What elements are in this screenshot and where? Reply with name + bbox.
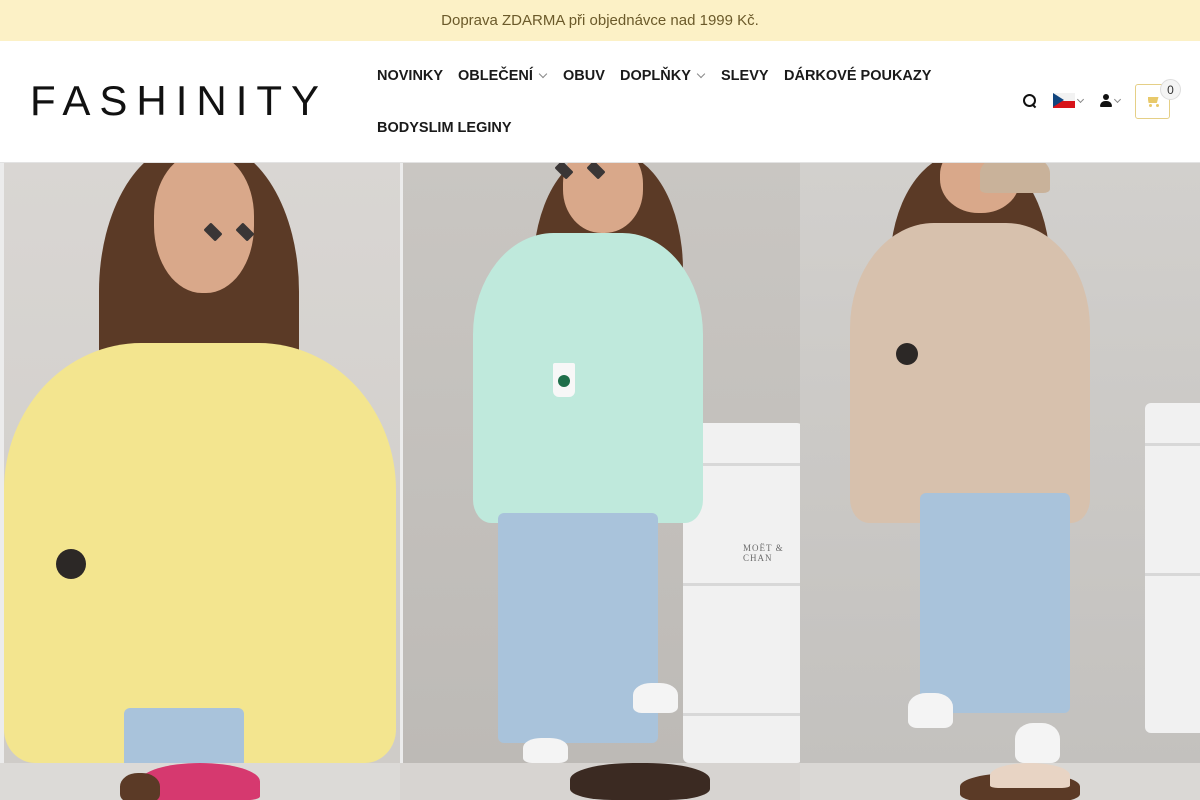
product-tile-beige-sweatshirt[interactable] <box>800 163 1200 763</box>
chevron-down-icon <box>1113 95 1122 103</box>
brand-button-icon <box>56 549 86 579</box>
site-header: FASHINITY NOVINKY OBLEČENÍ OBUV DOPLŇKY … <box>0 41 1200 163</box>
nav-item-obuv[interactable]: OBUV <box>563 68 605 84</box>
search-button[interactable] <box>1023 94 1037 108</box>
brand-button-icon <box>896 343 918 365</box>
announcement-bar: Doprava ZDARMA při objednávce nad 1999 K… <box>0 0 1200 41</box>
shopping-cart-icon <box>1146 96 1160 107</box>
nav-item-darkove-poukazy[interactable]: DÁRKOVÉ POUKAZY <box>784 68 931 84</box>
announcement-text: Doprava ZDARMA při objednávce nad 1999 K… <box>441 12 759 29</box>
product-tile-yellow-sweatshirt[interactable] <box>4 163 400 763</box>
product-tile-pink-cap[interactable] <box>0 763 400 800</box>
site-logo[interactable]: FASHINITY <box>30 80 340 122</box>
header-tools: 0 <box>1015 41 1185 163</box>
product-tile-beige-cap[interactable] <box>800 763 1200 800</box>
account-menu[interactable] <box>1100 94 1122 107</box>
main-navigation: NOVINKY OBLEČENÍ OBUV DOPLŇKY SLEVY DÁRK… <box>377 41 977 163</box>
nav-item-doplnky[interactable]: DOPLŇKY <box>620 68 706 84</box>
chevron-down-icon <box>696 69 706 79</box>
search-icon <box>1023 94 1037 108</box>
nav-item-novinky[interactable]: NOVINKY <box>377 68 443 84</box>
chevron-down-icon <box>538 69 548 79</box>
barrel-label: MOËT & CHAN <box>743 543 784 563</box>
product-tile-mint-sweatshirt[interactable]: MOËT & CHAN <box>403 163 800 763</box>
user-icon <box>1100 94 1112 107</box>
chevron-down-icon <box>1076 95 1085 103</box>
nav-item-slevy[interactable]: SLEVY <box>721 68 769 84</box>
product-tile-dark[interactable] <box>400 763 800 800</box>
nav-item-obleceni[interactable]: OBLEČENÍ <box>458 68 548 84</box>
language-selector[interactable] <box>1053 93 1085 108</box>
nav-item-bodyslim-leginy[interactable]: BODYSLIM LEGINY <box>377 120 512 136</box>
czech-flag-icon <box>1053 93 1075 108</box>
cart-count-badge: 0 <box>1160 79 1181 100</box>
product-gallery: MOËT & CHAN <box>0 163 1200 800</box>
